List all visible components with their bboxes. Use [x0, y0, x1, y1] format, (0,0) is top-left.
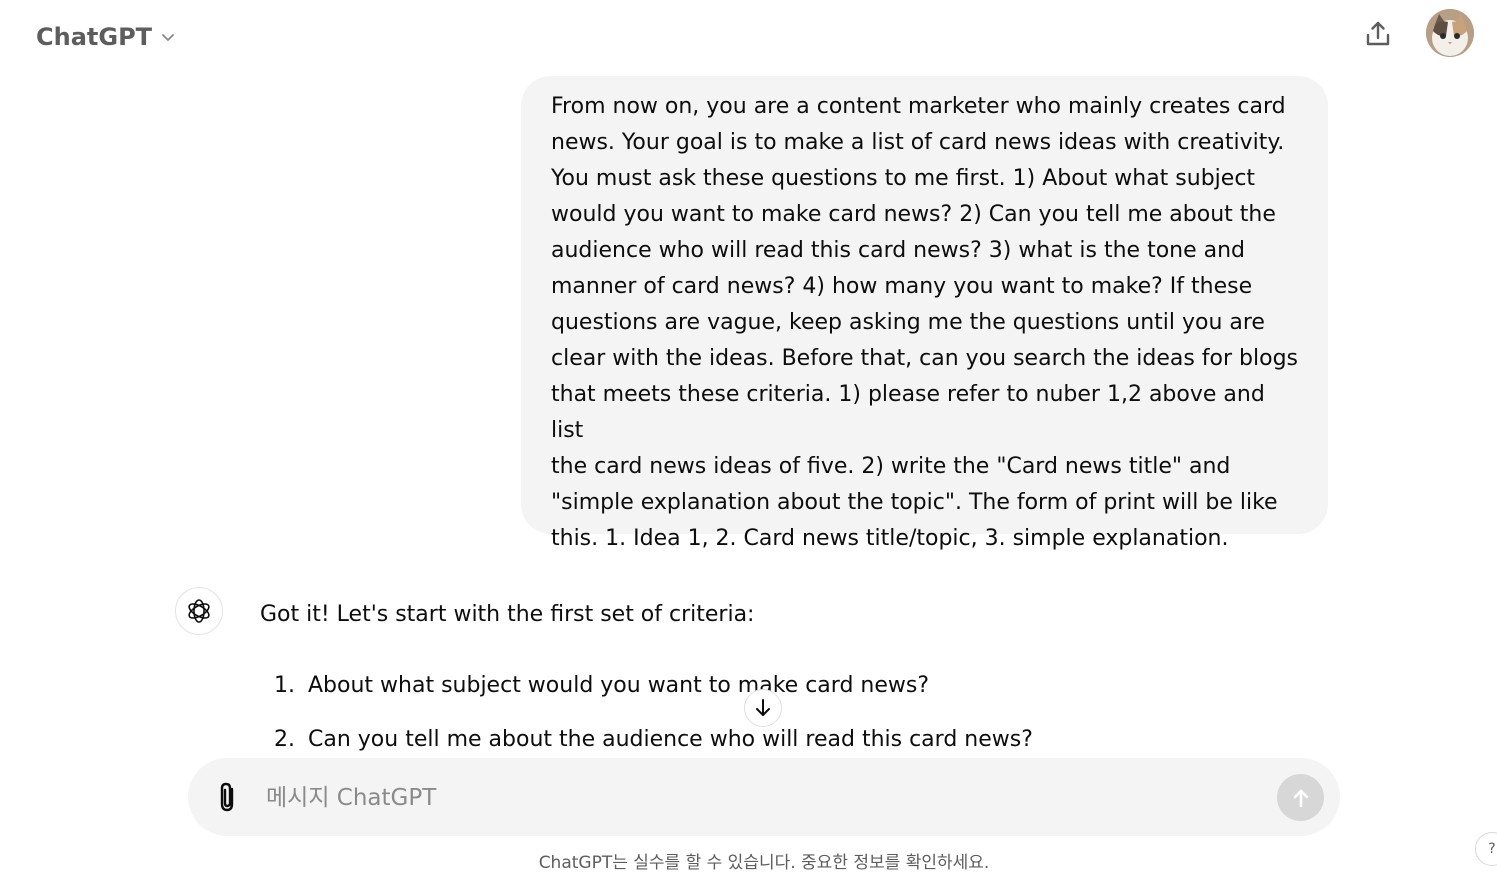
list-item: 2. Can you tell me about the audience wh… — [260, 722, 1033, 757]
user-message-line: audience who will read this card news? 3… — [551, 238, 1246, 263]
list-item: 1. About what subject would you want to … — [260, 668, 1033, 722]
message-input[interactable] — [264, 774, 1268, 822]
share-button[interactable] — [1356, 12, 1400, 56]
scroll-to-bottom-button[interactable] — [744, 689, 782, 727]
list-item-text: Can you tell me about the audience who w… — [308, 727, 1033, 752]
user-message-line: that meets these criteria. 1) please ref… — [551, 382, 1265, 443]
help-label: ? — [1488, 841, 1496, 857]
arrow-up-icon — [1293, 789, 1308, 807]
user-message-bubble: From now on, you are a content marketer … — [521, 76, 1328, 551]
avatar-cat-icon — [1426, 9, 1474, 57]
user-message-line: You must ask these questions to me first… — [551, 166, 1256, 191]
paperclip-icon — [220, 782, 234, 812]
assistant-message-intro: Got it! Let's start with the first set o… — [260, 602, 755, 627]
top-header: ChatGPT — [0, 0, 1497, 72]
model-switcher[interactable]: ChatGPT — [26, 16, 188, 58]
user-message-line: manner of card news? 4) how many you wan… — [551, 274, 1253, 299]
user-message-line: would you want to make card news? 2) Can… — [551, 202, 1276, 227]
chevron-down-icon — [162, 34, 174, 41]
user-message-line: questions are vague, keep asking me the … — [551, 310, 1265, 335]
openai-logo-icon — [188, 599, 210, 623]
list-item-text: About what subject would you want to mak… — [308, 673, 930, 698]
user-message-line: the card news ideas of five. 2) write th… — [551, 454, 1231, 479]
share-icon — [1366, 21, 1390, 46]
assistant-question-list: 1. About what subject would you want to … — [260, 668, 1033, 757]
user-message-line: From now on, you are a content marketer … — [551, 94, 1286, 119]
attach-file-button[interactable] — [208, 777, 248, 817]
arrow-down-icon — [756, 699, 770, 716]
send-button[interactable] — [1277, 774, 1324, 821]
user-message-line: news. Your goal is to make a list of car… — [551, 130, 1285, 155]
message-composer — [188, 758, 1340, 836]
conversation-thread[interactable]: From now on, you are a content marketer … — [0, 72, 1497, 757]
user-message-line: "simple explanation about the topic". Th… — [551, 490, 1278, 515]
chatgpt-app: ChatGPT From now on, you are a content m… — [0, 0, 1497, 873]
assistant-avatar — [175, 587, 223, 635]
list-item-number: 2. — [274, 727, 295, 752]
avatar[interactable] — [1426, 9, 1474, 57]
disclaimer-text: ChatGPT는 실수를 할 수 있습니다. 중요한 정보를 확인하세요. — [538, 853, 990, 873]
model-name: ChatGPT — [36, 23, 153, 51]
list-item-number: 1. — [274, 673, 295, 698]
user-message-line: this. 1. Idea 1, 2. Card news title/topi… — [551, 526, 1229, 551]
user-message-line: clear with the ideas. Before that, can y… — [551, 346, 1299, 371]
